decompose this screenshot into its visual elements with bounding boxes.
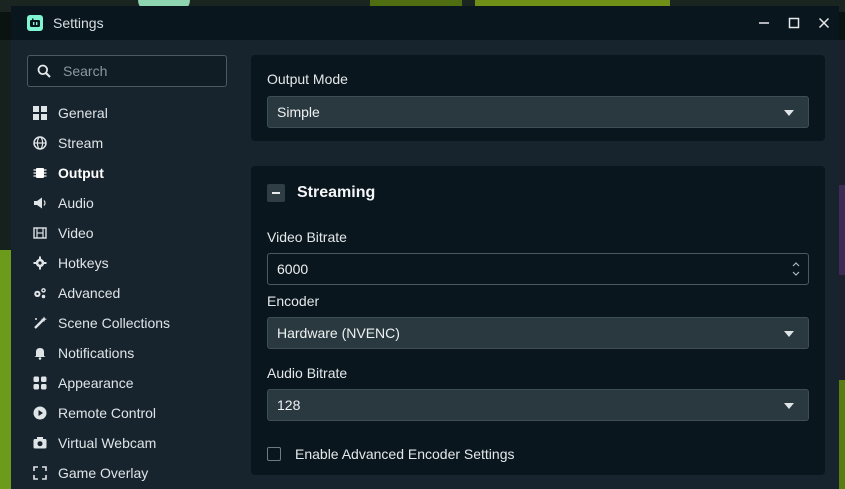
video-bitrate-value: 6000 — [277, 261, 309, 277]
minus-icon — [272, 192, 280, 194]
sidebar-item-label: Stream — [58, 135, 104, 151]
speaker-icon — [33, 196, 47, 210]
sidebar-item-label: Appearance — [58, 375, 134, 391]
audio-bitrate-value: 128 — [277, 397, 301, 413]
settings-window: Settings General Stream — [11, 6, 839, 489]
sidebar-item-remote-control[interactable]: Remote Control — [11, 398, 239, 428]
output-mode-panel: Output Mode Simple — [251, 55, 825, 141]
sidebar-item-label: Hotkeys — [58, 255, 109, 271]
search-input[interactable] — [61, 62, 215, 80]
sidebar-item-label: Notifications — [58, 345, 135, 361]
sidebar-item-audio[interactable]: Audio — [11, 188, 239, 218]
output-mode-value: Simple — [277, 104, 320, 120]
maximize-button[interactable] — [779, 6, 809, 40]
sidebar-item-label: Scene Collections — [58, 315, 171, 331]
video-bitrate-input[interactable]: 6000 — [267, 253, 809, 285]
title-bar[interactable]: Settings — [11, 6, 839, 40]
encoder-value: Hardware (NVENC) — [277, 325, 400, 341]
video-bitrate-label: Video Bitrate — [267, 229, 347, 245]
sidebar-item-video[interactable]: Video — [11, 218, 239, 248]
output-mode-select[interactable]: Simple — [267, 96, 809, 128]
sidebar-item-appearance[interactable]: Appearance — [11, 368, 239, 398]
minimize-icon — [759, 22, 769, 24]
search-box[interactable] — [27, 55, 227, 87]
spinner-arrows-icon[interactable] — [790, 258, 802, 280]
settings-content: Output Mode Simple Streaming Video Bitra… — [239, 40, 839, 489]
sidebar-item-label: Output — [58, 165, 104, 181]
sidebar-item-label: Virtual Webcam — [58, 435, 157, 451]
sidebar-item-label: Advanced — [58, 285, 121, 301]
collapse-button[interactable] — [267, 184, 285, 202]
sidebar-item-game-overlay[interactable]: Game Overlay — [11, 458, 239, 488]
output-mode-label: Output Mode — [267, 71, 348, 87]
encoder-select[interactable]: Hardware (NVENC) — [267, 317, 809, 349]
audio-bitrate-select[interactable]: 128 — [267, 389, 809, 421]
window-controls — [749, 6, 839, 40]
camera-icon — [33, 436, 47, 450]
globe-icon — [33, 136, 47, 150]
sidebar-item-notifications[interactable]: Notifications — [11, 338, 239, 368]
sidebar-item-advanced[interactable]: Advanced — [11, 278, 239, 308]
window-title: Settings — [53, 15, 104, 31]
sidebar-item-general[interactable]: General — [11, 98, 239, 128]
bell-icon — [33, 346, 47, 360]
streaming-section-title: Streaming — [297, 184, 376, 201]
grid-icon — [33, 106, 47, 120]
sidebar-item-virtual-webcam[interactable]: Virtual Webcam — [11, 428, 239, 458]
audio-bitrate-label: Audio Bitrate — [267, 365, 348, 381]
gears-icon — [33, 286, 47, 300]
maximize-icon — [788, 17, 800, 29]
advanced-encoder-checkbox-row[interactable]: Enable Advanced Encoder Settings — [267, 446, 515, 462]
sidebar-item-hotkeys[interactable]: Hotkeys — [11, 248, 239, 278]
sidebar-item-output[interactable]: Output — [11, 158, 239, 188]
expand-icon — [33, 466, 47, 480]
close-icon — [818, 17, 830, 29]
sidebar-item-scene-collections[interactable]: Scene Collections — [11, 308, 239, 338]
sidebar-item-label: General — [58, 105, 108, 121]
chip-icon — [33, 166, 47, 180]
chevron-down-icon — [784, 110, 794, 116]
sidebar-item-label: Remote Control — [58, 405, 157, 421]
sidebar-item-stream[interactable]: Stream — [11, 128, 239, 158]
streaming-section-header: Streaming — [267, 184, 375, 202]
chevron-down-icon — [784, 331, 794, 337]
streaming-panel: Streaming Video Bitrate 6000 Encoder Har… — [251, 166, 825, 475]
close-button[interactable] — [809, 6, 839, 40]
film-icon — [33, 226, 47, 240]
sidebar-item-label: Audio — [58, 195, 94, 211]
advanced-encoder-checkbox-label: Enable Advanced Encoder Settings — [295, 446, 515, 462]
sidebar-item-label: Video — [58, 225, 94, 241]
minimize-button[interactable] — [749, 6, 779, 40]
sidebar-nav: General Stream Output Audio Video Hotkey… — [11, 98, 239, 488]
settings-sidebar: General Stream Output Audio Video Hotkey… — [11, 40, 239, 489]
palette-icon — [33, 376, 47, 390]
search-icon — [37, 64, 51, 78]
app-logo-icon — [27, 15, 43, 31]
chevron-down-icon — [784, 403, 794, 409]
advanced-encoder-checkbox[interactable] — [267, 447, 281, 461]
play-circle-icon — [33, 406, 47, 420]
gear-icon — [33, 256, 47, 270]
wand-icon — [33, 316, 47, 330]
sidebar-item-label: Game Overlay — [58, 465, 149, 481]
encoder-label: Encoder — [267, 293, 320, 309]
